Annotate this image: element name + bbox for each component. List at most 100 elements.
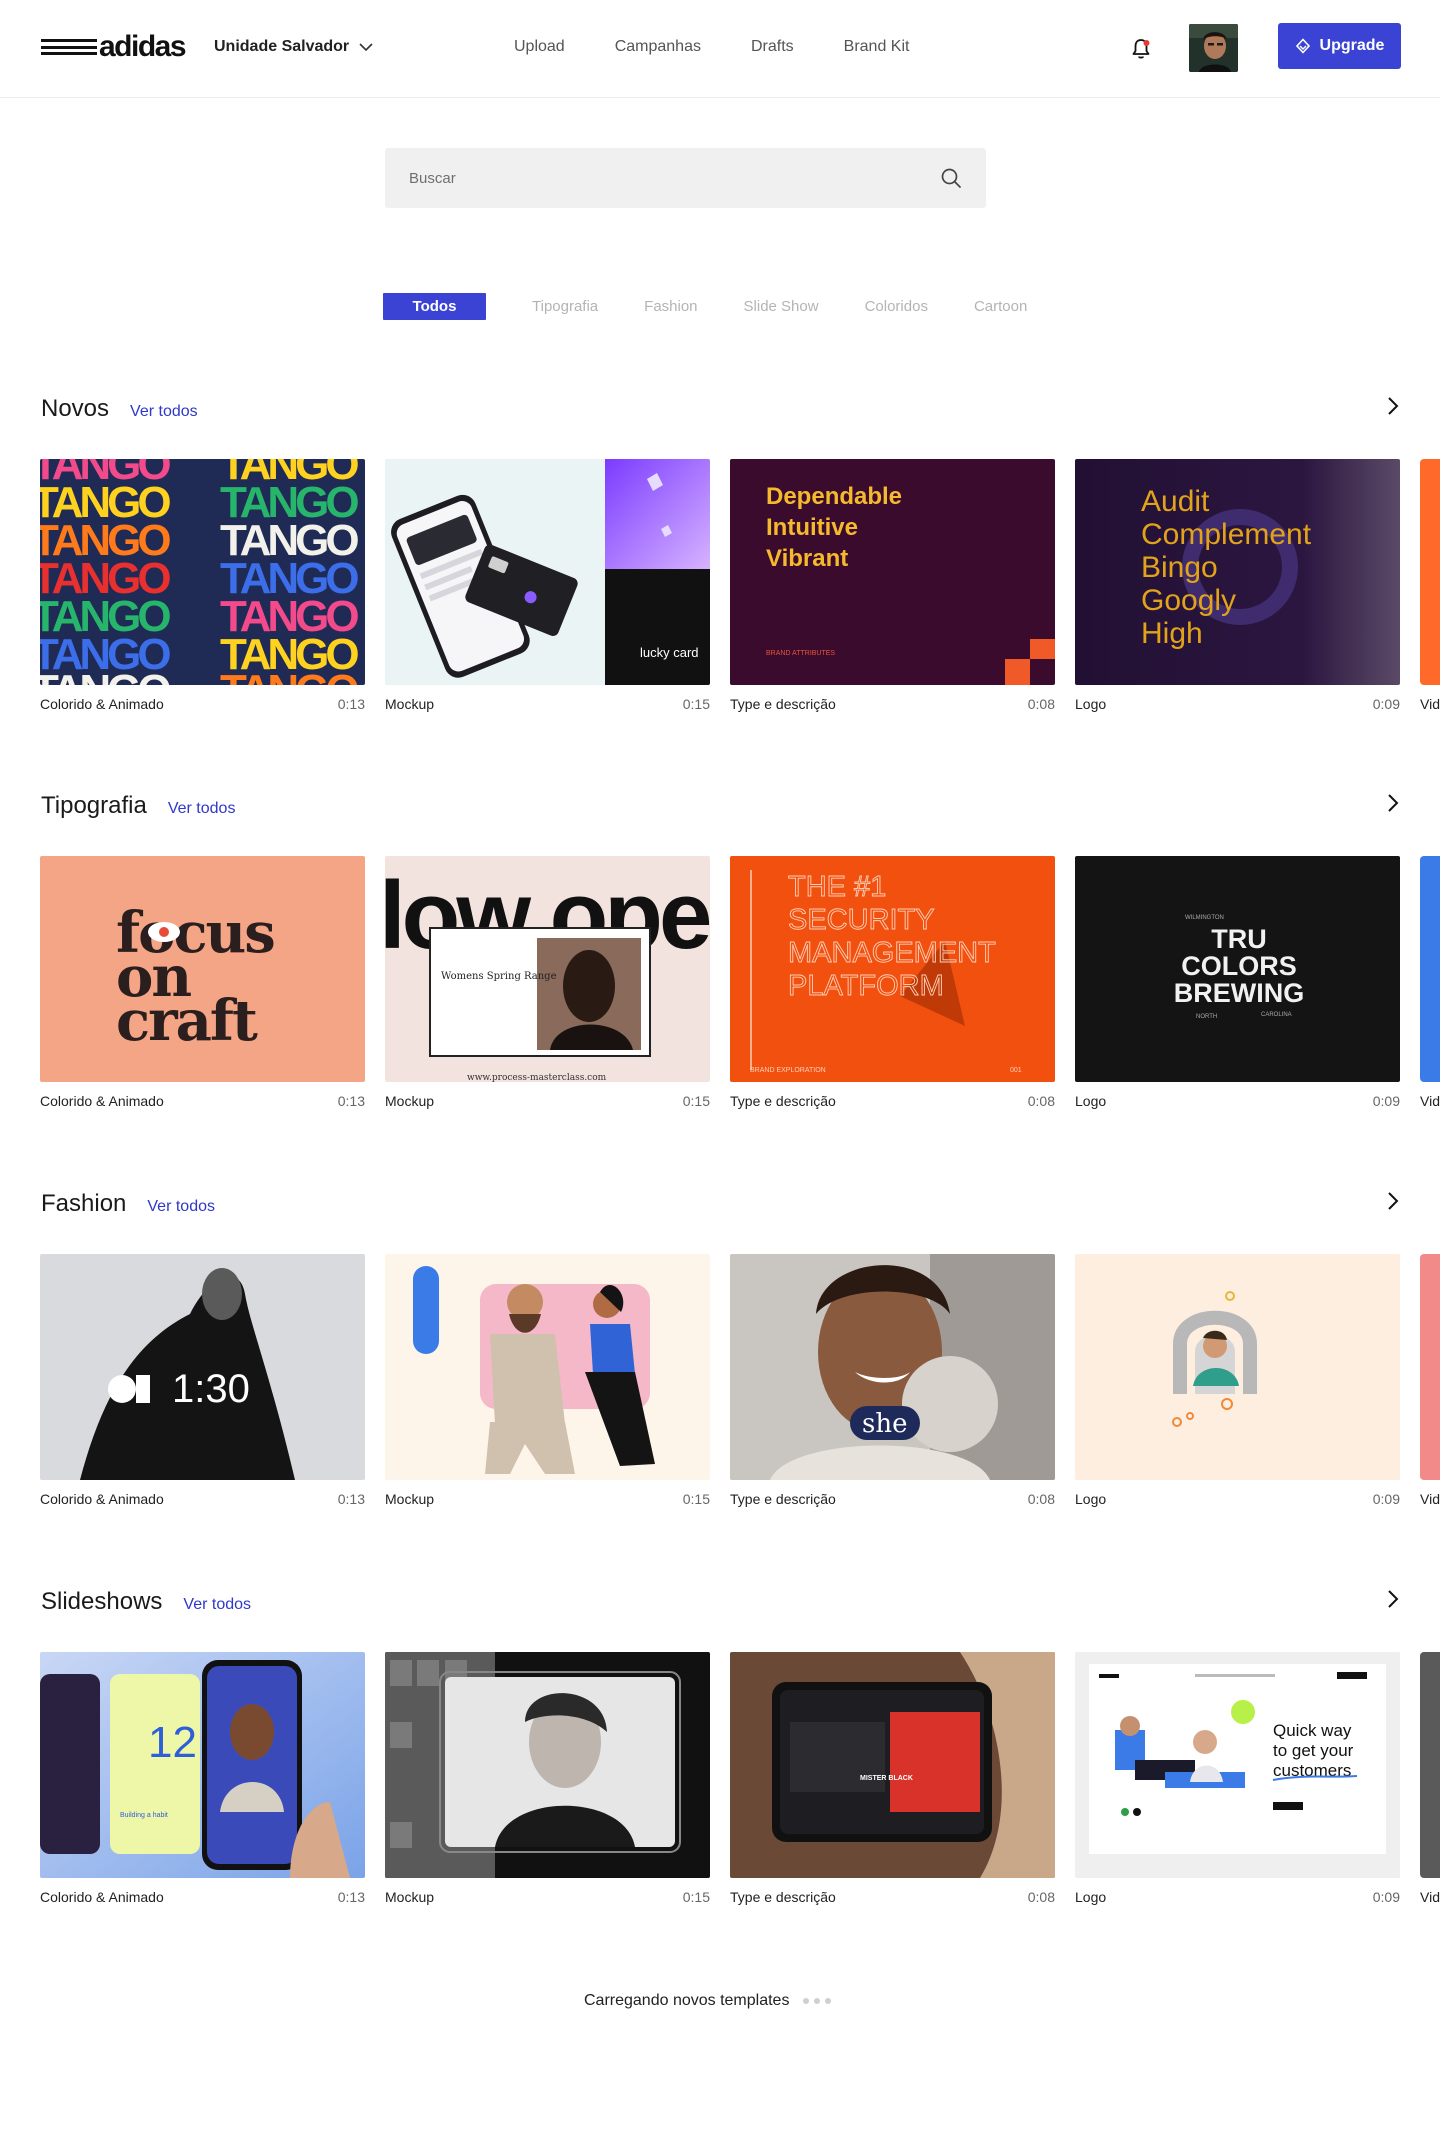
card-row: 12 Building a habit Colorido & Animado 0:… <box>40 1652 1440 1922</box>
partial-card[interactable]: Vid <box>1420 856 1440 1118</box>
card-label: Mockup <box>385 1491 435 1507</box>
ver-todos-link[interactable]: Ver todos <box>130 403 198 421</box>
card-label: Logo <box>1075 1093 1107 1109</box>
security-line: PLATFORM <box>788 970 944 1002</box>
card-label: Type e descrição <box>730 696 836 712</box>
brand-exploration-text: BRAND EXPLORATION <box>750 1067 826 1074</box>
adidas-logo[interactable]: adidas <box>41 32 187 62</box>
template-card[interactable]: Mockup 0:15 <box>385 1254 710 1516</box>
template-card[interactable]: Audit Complement Bingo Googly High Logo 0… <box>1075 459 1400 721</box>
template-card[interactable]: Dependable Intuitive Vibrant BRAND ATTRI… <box>730 459 1055 721</box>
section-title: Tipografia <box>41 792 147 819</box>
card-label: Mockup <box>385 696 435 712</box>
tab-cartoon[interactable]: Cartoon <box>974 298 1027 315</box>
tru-line: COLORS <box>1181 951 1297 981</box>
template-thumbnail: 1:30 <box>40 1254 365 1480</box>
template-card[interactable]: she Type e descrição 0:08 <box>730 1254 1055 1516</box>
headline-line: to get your <box>1273 1741 1354 1760</box>
chevron-right-icon[interactable] <box>1382 1190 1404 1212</box>
upgrade-button[interactable]: Upgrade <box>1278 23 1401 69</box>
carolina-text: CAROLINA <box>1261 1012 1292 1018</box>
template-card[interactable]: TRU COLORS BREWING WILMINGTON NORTH CARO… <box>1075 856 1400 1118</box>
ver-todos-link[interactable]: Ver todos <box>147 1198 215 1216</box>
nav-brand-kit[interactable]: Brand Kit <box>844 38 910 56</box>
section-slideshows: Slideshows Ver todos 12 Building a habit <box>0 1588 1440 1928</box>
template-card[interactable]: THE #1 SECURITY MANAGEMENT PLATFORM BRAN… <box>730 856 1055 1118</box>
security-line: MANAGEMENT <box>788 937 996 969</box>
upgrade-label: Upgrade <box>1319 37 1385 54</box>
card-duration: 0:09 <box>1372 1889 1400 1905</box>
card-label: Colorido & Animado <box>40 696 164 712</box>
tab-todos[interactable]: Todos <box>383 293 486 320</box>
template-thumbnail <box>385 1254 710 1480</box>
template-card[interactable]: TANGO TANGO TANGO TANGO TANGO TANGO TANG… <box>40 459 365 721</box>
search-bar <box>385 148 986 208</box>
card-duration: 0:09 <box>1372 696 1400 712</box>
template-thumbnail: Dependable Intuitive Vibrant BRAND ATTRI… <box>730 459 1055 685</box>
nav-upload[interactable]: Upload <box>514 38 565 56</box>
north-text: NORTH <box>1196 1014 1217 1020</box>
section-novos: Novos Ver todos TANGO TANGO TANGO TANGO … <box>0 395 1440 735</box>
tab-tipografia[interactable]: Tipografia <box>532 298 598 315</box>
template-card[interactable]: focus on craft Colorido & Animado 0:13 <box>40 856 365 1118</box>
tab-fashion[interactable]: Fashion <box>644 298 697 315</box>
template-thumbnail <box>1420 459 1440 685</box>
section-title: Slideshows <box>41 1588 163 1615</box>
section-header: Fashion Ver todos <box>41 1190 215 1218</box>
card-row: focus on craft Colorido & Animado 0:13 lo… <box>40 856 1440 1126</box>
chevron-right-icon[interactable] <box>1382 395 1404 417</box>
template-card[interactable]: MISTER BLACK Type e descrição 0:08 <box>730 1652 1055 1914</box>
masterclass-url-text: www.process-masterclass.com <box>467 1073 607 1082</box>
attribute-word: Intuitive <box>766 514 858 541</box>
lucky-card-text: lucky card <box>640 645 699 660</box>
card-row: TANGO TANGO TANGO TANGO TANGO TANGO TANG… <box>40 459 1440 729</box>
partial-card[interactable]: Vid <box>1420 459 1440 721</box>
search-input[interactable] <box>409 169 940 187</box>
headline-line: Quick way <box>1273 1721 1352 1740</box>
loading-text: Carregando novos templates <box>584 1992 790 2009</box>
card-duration: 0:08 <box>1027 696 1055 712</box>
template-card[interactable]: 12 Building a habit Colorido & Animado 0:… <box>40 1652 365 1914</box>
card-label: Vid <box>1420 696 1440 712</box>
search-icon[interactable] <box>940 167 962 189</box>
unit-selector-label: Unidade Salvador <box>214 38 350 55</box>
section-title: Novos <box>41 395 110 422</box>
tab-coloridos[interactable]: Coloridos <box>865 298 928 315</box>
template-card[interactable]: 1:30 Colorido & Animado 0:13 <box>40 1254 365 1516</box>
partial-card[interactable]: Vid <box>1420 1652 1440 1914</box>
section-header: Tipografia Ver todos <box>41 792 235 820</box>
she-logo-text: she <box>862 1409 907 1439</box>
main-nav: Upload Campanhas Drafts Brand Kit <box>514 38 909 56</box>
card-duration: 0:13 <box>337 1889 365 1905</box>
template-card[interactable]: lucky card Mockup 0:15 <box>385 459 710 721</box>
section-fashion: Fashion Ver todos 1:30 Colorido & Animad… <box>0 1190 1440 1530</box>
chevron-right-icon[interactable] <box>1382 1588 1404 1610</box>
section-title: Fashion <box>41 1190 127 1217</box>
template-thumbnail <box>385 1652 710 1878</box>
nav-drafts[interactable]: Drafts <box>751 38 794 56</box>
template-thumbnail: MISTER BLACK <box>730 1652 1055 1878</box>
diamond-icon <box>1295 38 1310 54</box>
partial-card[interactable]: Vid <box>1420 1254 1440 1516</box>
avatar[interactable] <box>1189 24 1238 72</box>
template-card[interactable]: Quick way to get your customers Logo 0:09 <box>1075 1652 1400 1914</box>
wilmington-text: WILMINGTON <box>1185 915 1224 921</box>
template-thumbnail <box>1420 1652 1440 1878</box>
card-label: Logo <box>1075 696 1107 712</box>
tab-slide-show[interactable]: Slide Show <box>744 298 819 315</box>
chevron-right-icon[interactable] <box>1382 792 1404 814</box>
unit-selector[interactable]: Unidade Salvador <box>214 38 373 56</box>
ver-todos-link[interactable]: Ver todos <box>168 800 236 818</box>
loading-dots-icon <box>803 1998 832 2004</box>
template-card[interactable]: low open Womens Spring Range www.process… <box>385 856 710 1118</box>
template-card[interactable]: Mockup 0:15 <box>385 1652 710 1914</box>
card-duration: 0:15 <box>682 1889 710 1905</box>
card-duration: 0:15 <box>682 696 710 712</box>
template-card[interactable]: Logo 0:09 <box>1075 1254 1400 1516</box>
logo-word: Bingo <box>1141 551 1218 584</box>
ver-todos-link[interactable]: Ver todos <box>183 1596 251 1614</box>
template-thumbnail <box>1420 1254 1440 1480</box>
nav-campanhas[interactable]: Campanhas <box>615 38 701 56</box>
logo-word: High <box>1141 617 1203 650</box>
bell-icon[interactable] <box>1128 36 1154 62</box>
